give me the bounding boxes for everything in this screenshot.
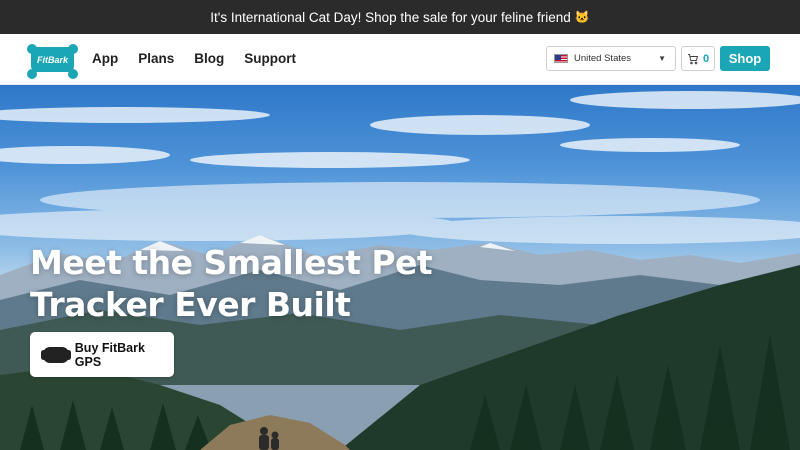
fitbark-logo[interactable]: FitBark — [27, 44, 78, 72]
cart-button[interactable]: 0 — [681, 46, 715, 71]
nav-item-app[interactable]: App — [92, 51, 118, 66]
cart-count: 0 — [702, 52, 710, 65]
us-flag-icon — [554, 54, 568, 63]
site-header: FitBark App Plans Blog Support United St… — [0, 34, 800, 85]
cart-icon — [687, 53, 699, 64]
nav-item-blog[interactable]: Blog — [194, 51, 224, 66]
hero-title: Meet the Smallest Pet Tracker Ever Built — [30, 243, 433, 324]
buy-button-label: Buy FitBark GPS — [74, 340, 145, 369]
announcement-bar: It's International Cat Day! Shop the sal… — [0, 0, 800, 34]
chevron-down-icon: ▼ — [658, 54, 666, 63]
fitbark-device-icon — [41, 346, 71, 363]
cat-emoji-icon: 🐱 — [574, 10, 590, 24]
logo-text: FitBark — [36, 54, 68, 65]
nav-item-support[interactable]: Support — [244, 51, 296, 66]
buy-fitbark-gps-button[interactable]: Buy FitBark GPS — [30, 332, 174, 377]
announcement-text: It's International Cat Day! Shop the sal… — [210, 9, 571, 25]
shop-button[interactable]: Shop — [720, 46, 770, 71]
main-nav: App Plans Blog Support — [92, 51, 316, 66]
country-selector[interactable]: United States ▼ — [546, 46, 676, 71]
nav-item-plans[interactable]: Plans — [138, 51, 174, 66]
hero-section: Meet the Smallest Pet Tracker Ever Built… — [0, 85, 800, 450]
country-value: United States — [574, 53, 632, 64]
